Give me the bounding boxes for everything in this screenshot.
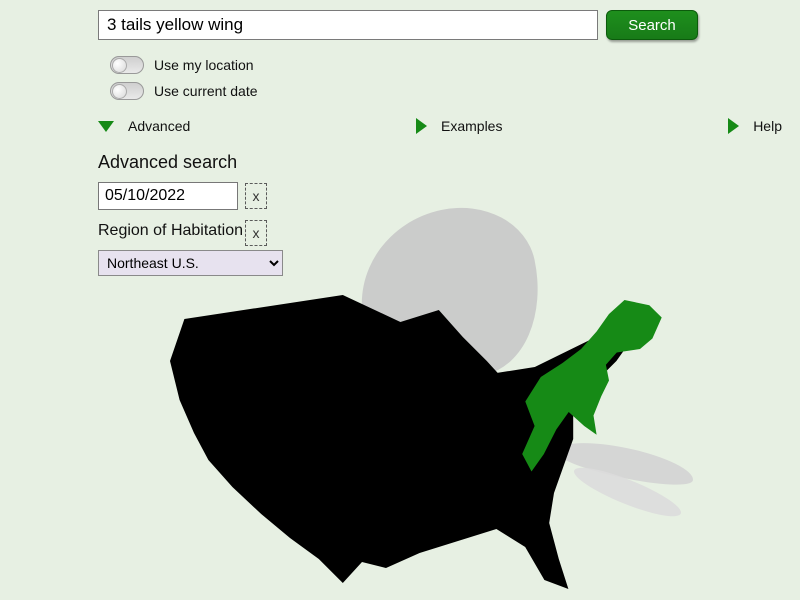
use-location-label: Use my location: [154, 57, 254, 73]
examples-link[interactable]: Examples: [416, 118, 502, 134]
help-link-label: Help: [753, 118, 782, 134]
region-label: Region of Habitation: [98, 222, 243, 240]
advanced-toggle-link[interactable]: Advanced: [98, 118, 190, 134]
chevron-down-icon: [98, 121, 114, 132]
examples-link-label: Examples: [441, 118, 502, 134]
chevron-right-icon: [728, 118, 739, 134]
use-location-toggle[interactable]: [110, 56, 144, 74]
search-button[interactable]: Search: [606, 10, 698, 40]
search-input[interactable]: [98, 10, 598, 40]
advanced-link-label: Advanced: [128, 118, 190, 134]
toggle-knob: [112, 84, 127, 99]
toggle-knob: [112, 58, 127, 73]
help-link[interactable]: Help: [728, 118, 782, 134]
date-input[interactable]: [98, 182, 238, 210]
region-select[interactable]: Northeast U.S.: [98, 250, 283, 276]
use-date-label: Use current date: [154, 83, 258, 99]
clear-date-button[interactable]: x: [245, 183, 267, 209]
use-date-toggle[interactable]: [110, 82, 144, 100]
chevron-right-icon: [416, 118, 427, 134]
clear-region-button[interactable]: x: [245, 220, 267, 246]
advanced-search-title: Advanced search: [98, 152, 237, 173]
